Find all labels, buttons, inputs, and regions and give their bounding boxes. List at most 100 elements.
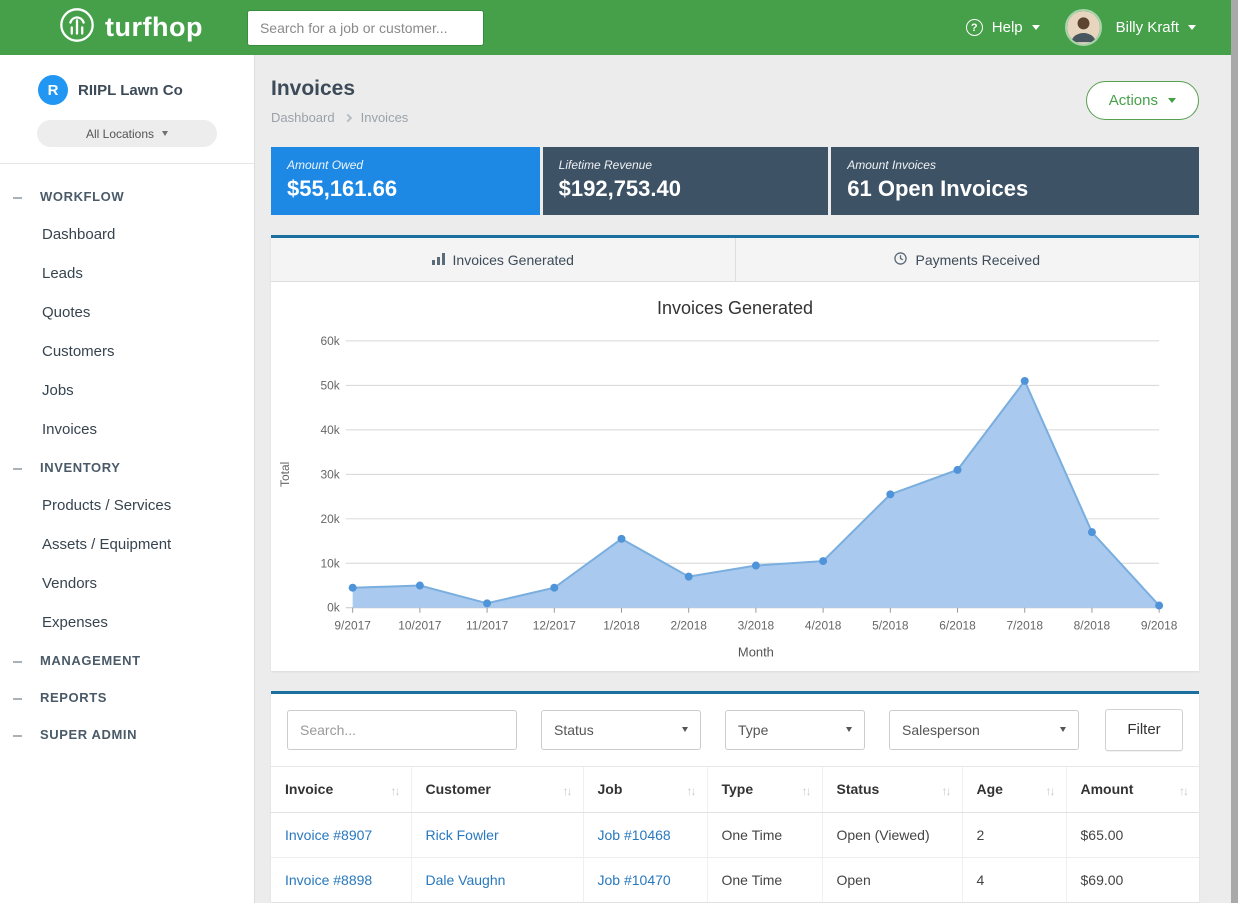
svg-text:40k: 40k [320,423,339,437]
col-invoice[interactable]: Invoice [271,766,411,812]
stat-label: Amount Invoices [847,158,1183,172]
svg-text:5/2018: 5/2018 [872,619,909,633]
sidebar-item-customers[interactable]: Customers [0,332,254,371]
tab-invoices-generated[interactable]: Invoices Generated [271,238,735,281]
customer-link[interactable]: Rick Fowler [426,827,499,843]
sidebar-item-invoices[interactable]: Invoices [0,410,254,449]
breadcrumb: Dashboard Invoices [271,110,408,125]
amount-cell: $69.00 [1066,857,1199,902]
sidebar-item-leads[interactable]: Leads [0,254,254,293]
actions-chevron-down-icon [1168,98,1176,103]
help-icon [966,19,983,36]
user-menu[interactable]: Billy Kraft [1116,19,1179,36]
breadcrumb-dashboard[interactable]: Dashboard [271,110,335,125]
invoice-link[interactable]: Invoice #8898 [285,872,372,888]
sort-icon[interactable] [563,782,571,798]
clock-icon [894,252,907,268]
col-job[interactable]: Job [583,766,707,812]
age-cell: 2 [962,812,1066,857]
sidebar-item-expenses[interactable]: Expenses [0,603,254,642]
svg-text:8/2018: 8/2018 [1074,619,1111,633]
sort-icon[interactable] [942,782,950,798]
sort-icon[interactable] [1179,782,1187,798]
sidebar-item-dashboard[interactable]: Dashboard [0,215,254,254]
svg-text:Month: Month [738,645,774,660]
customer-link[interactable]: Dale Vaughn [426,872,506,888]
sidebar-item-assets-equipment[interactable]: Assets / Equipment [0,525,254,564]
stat-open-invoices: Amount Invoices 61 Open Invoices [831,147,1199,215]
svg-text:0k: 0k [327,601,340,615]
chart-tabs: Invoices Generated Payments Received [271,238,1199,282]
stat-lifetime-revenue: Lifetime Revenue $192,753.40 [543,147,829,215]
sidebar-section-inventory: INVENTORY [0,449,254,486]
sidebar-item-quotes[interactable]: Quotes [0,293,254,332]
sidebar-item-vendors[interactable]: Vendors [0,564,254,603]
svg-text:1/2018: 1/2018 [603,619,640,633]
col-type[interactable]: Type [707,766,822,812]
col-status[interactable]: Status [822,766,962,812]
company-selector[interactable]: R RIIPL Lawn Co [0,55,254,118]
table-search-input[interactable] [287,710,517,750]
turfhop-logo-icon [58,6,96,49]
svg-text:10/2017: 10/2017 [398,619,442,633]
col-customer[interactable]: Customer [411,766,583,812]
type-select-value: Type [738,722,768,738]
sort-icon[interactable] [687,782,695,798]
actions-button[interactable]: Actions [1086,81,1199,120]
type-cell: One Time [707,812,822,857]
bar-chart-icon [432,252,445,268]
chart-panel: Invoices Generated Payments Received Inv… [271,235,1199,671]
topbar-right: Help Billy Kraft [966,9,1196,46]
sort-icon[interactable] [391,782,399,798]
user-chevron-down-icon [1188,25,1196,30]
status-select[interactable]: Status [541,710,701,750]
svg-text:6/2018: 6/2018 [939,619,976,633]
stat-label: Amount Owed [287,158,524,172]
svg-text:12/2017: 12/2017 [533,619,577,633]
svg-text:10k: 10k [320,556,339,570]
actions-button-label: Actions [1109,92,1158,109]
global-search-input[interactable] [247,10,484,46]
job-link[interactable]: Job #10468 [598,827,671,843]
status-cell: Open [822,857,962,902]
sidebar-section-super-admin[interactable]: SUPER ADMIN [0,716,254,753]
stat-value: $192,753.40 [559,176,813,202]
help-chevron-down-icon [1032,25,1040,30]
svg-text:3/2018: 3/2018 [738,619,775,633]
breadcrumb-chevron-icon [343,113,351,121]
salesperson-select[interactable]: Salesperson [889,710,1079,750]
invoices-table: Invoice Customer Job Type Status Age Amo… [271,766,1199,902]
user-avatar[interactable] [1065,9,1102,46]
col-age[interactable]: Age [962,766,1066,812]
tree-dash-icon [13,468,22,470]
sidebar-item-jobs[interactable]: Jobs [0,371,254,410]
tab-label: Invoices Generated [453,252,574,268]
table-header-row: Invoice Customer Job Type Status Age Amo… [271,766,1199,812]
svg-text:30k: 30k [320,467,339,481]
tree-dash-icon [13,197,22,199]
select-chevron-down-icon [846,727,852,732]
sidebar-section-management[interactable]: MANAGEMENT [0,642,254,679]
sidebar-section-workflow: WORKFLOW [0,178,254,215]
job-link[interactable]: Job #10470 [598,872,671,888]
table-filterbar: Status Type Salesperson Filter [271,694,1199,766]
turfhop-logo[interactable]: turfhop [58,6,203,49]
stat-value: 61 Open Invoices [847,176,1183,202]
invoice-link[interactable]: Invoice #8907 [285,827,372,843]
tree-dash-icon [13,698,22,700]
tab-payments-received[interactable]: Payments Received [735,238,1200,281]
salesperson-select-value: Salesperson [902,722,980,738]
col-amount[interactable]: Amount [1066,766,1199,812]
sort-icon[interactable] [802,782,810,798]
page-scrollbar[interactable] [1231,0,1238,903]
sort-icon[interactable] [1046,782,1054,798]
tab-label: Payments Received [915,252,1040,268]
help-menu[interactable]: Help [992,19,1023,36]
location-selector[interactable]: All Locations [37,120,217,147]
filter-button[interactable]: Filter [1105,709,1183,751]
location-chevron-down-icon [162,131,168,136]
sidebar: R RIIPL Lawn Co All Locations WORKFLOW D… [0,55,255,903]
sidebar-section-reports[interactable]: REPORTS [0,679,254,716]
sidebar-item-products-services[interactable]: Products / Services [0,486,254,525]
type-select[interactable]: Type [725,710,865,750]
